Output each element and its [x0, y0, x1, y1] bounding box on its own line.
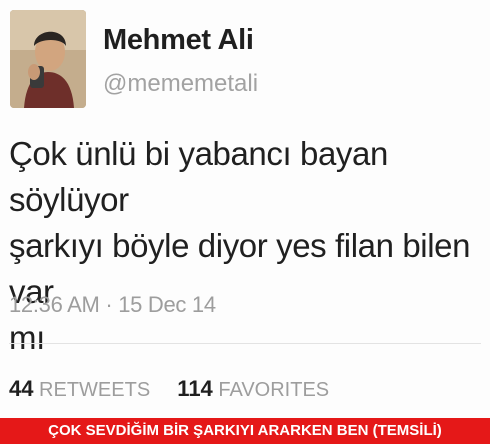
user-handle[interactable]: @mememetali — [103, 70, 258, 98]
caption-banner: ÇOK SEVDİĞİM BİR ŞARKIYI ARARKEN BEN (TE… — [0, 418, 490, 444]
tweet-text-line: mı — [9, 319, 45, 356]
retweets-stat[interactable]: 44 RETWEETS — [9, 376, 156, 401]
favorites-label: FAVORITES — [218, 379, 330, 401]
favorites-stat[interactable]: 114 FAVORITES — [177, 376, 330, 401]
tweet-timestamp[interactable]: 12:36 AM · 15 Dec 14 — [9, 292, 216, 318]
retweets-label: RETWEETS — [39, 379, 151, 401]
tweet-card: Mehmet Ali @mememetali Çok ünlü bi yaban… — [0, 0, 490, 418]
avatar[interactable] — [10, 10, 86, 108]
divider — [9, 343, 481, 344]
user-photo-icon — [10, 10, 86, 108]
tweet-text-line: Çok ünlü bi yabancı bayan söylüyor — [9, 135, 388, 218]
favorites-count: 114 — [177, 376, 213, 401]
tweet-stats: 44 RETWEETS 114 FAVORITES — [9, 376, 329, 402]
retweets-count: 44 — [9, 376, 34, 401]
tweet-text: Çok ünlü bi yabancı bayan söylüyor şarkı… — [9, 131, 479, 361]
display-name[interactable]: Mehmet Ali — [103, 24, 254, 57]
